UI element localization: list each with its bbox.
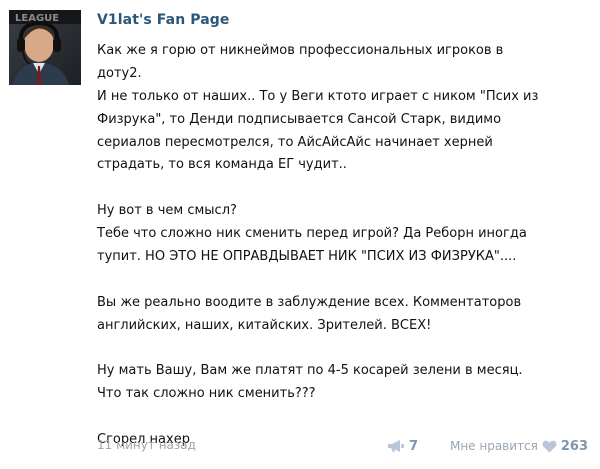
post-text-line: Вы же реально воодите в заблуждение всех… [97,294,522,310]
post-footer: 11 минут назад 7 Мне нравится 263 [97,436,588,456]
share-count: 7 [409,438,419,454]
post-text-line: английских, наших, китайских. Зрителей. … [97,317,432,333]
post-text-line: сериалов пересмотрелся, то АйсАйсАйс нач… [97,134,493,150]
heart-icon [542,440,557,452]
post-text-line: Что так сложно ник сменить??? [97,386,316,402]
post-text-line: Ну мать Вашу, Вам же платят по 4-5 косар… [97,363,523,379]
post-timestamp-link[interactable]: 11 минут назад [97,438,196,452]
post-text-line: Тебе что сложно ник сменить перед игрой?… [97,226,527,242]
megaphone-icon [388,440,404,452]
post-text-line: тупит. НО ЭТО НЕ ОПРАВДЫВАЕТ НИК "ПСИХ И… [97,249,517,265]
share-button[interactable]: 7 [387,436,418,456]
post-text-line: доту2. [97,65,142,81]
author-name-link[interactable]: V1lat's Fan Page [97,12,230,28]
post-text-line: страдать, то вся команда ЕГ чудит.. [97,157,347,173]
post-text-line: Ну вот в чем смысл? [97,203,237,219]
avatar[interactable]: LEAGUE [9,10,81,85]
wall-post: LEAGUE V1lat's Fan Page Как же я горю от… [0,0,600,469]
post-text-line: И не только от наших.. То у Веги ктото и… [97,88,539,104]
like-button[interactable]: Мне нравится 263 [450,436,588,456]
like-label: Мне нравится [449,439,538,453]
avatar-photo: LEAGUE [9,10,81,85]
post-text: Как же я горю от никнеймов профессиональ… [97,40,592,452]
post-text-line: Как же я горю от никнеймов профессиональ… [97,43,504,58]
post-text-line: Физрука", то Денди подписывается Сансой … [97,111,502,127]
like-count: 263 [560,438,588,454]
